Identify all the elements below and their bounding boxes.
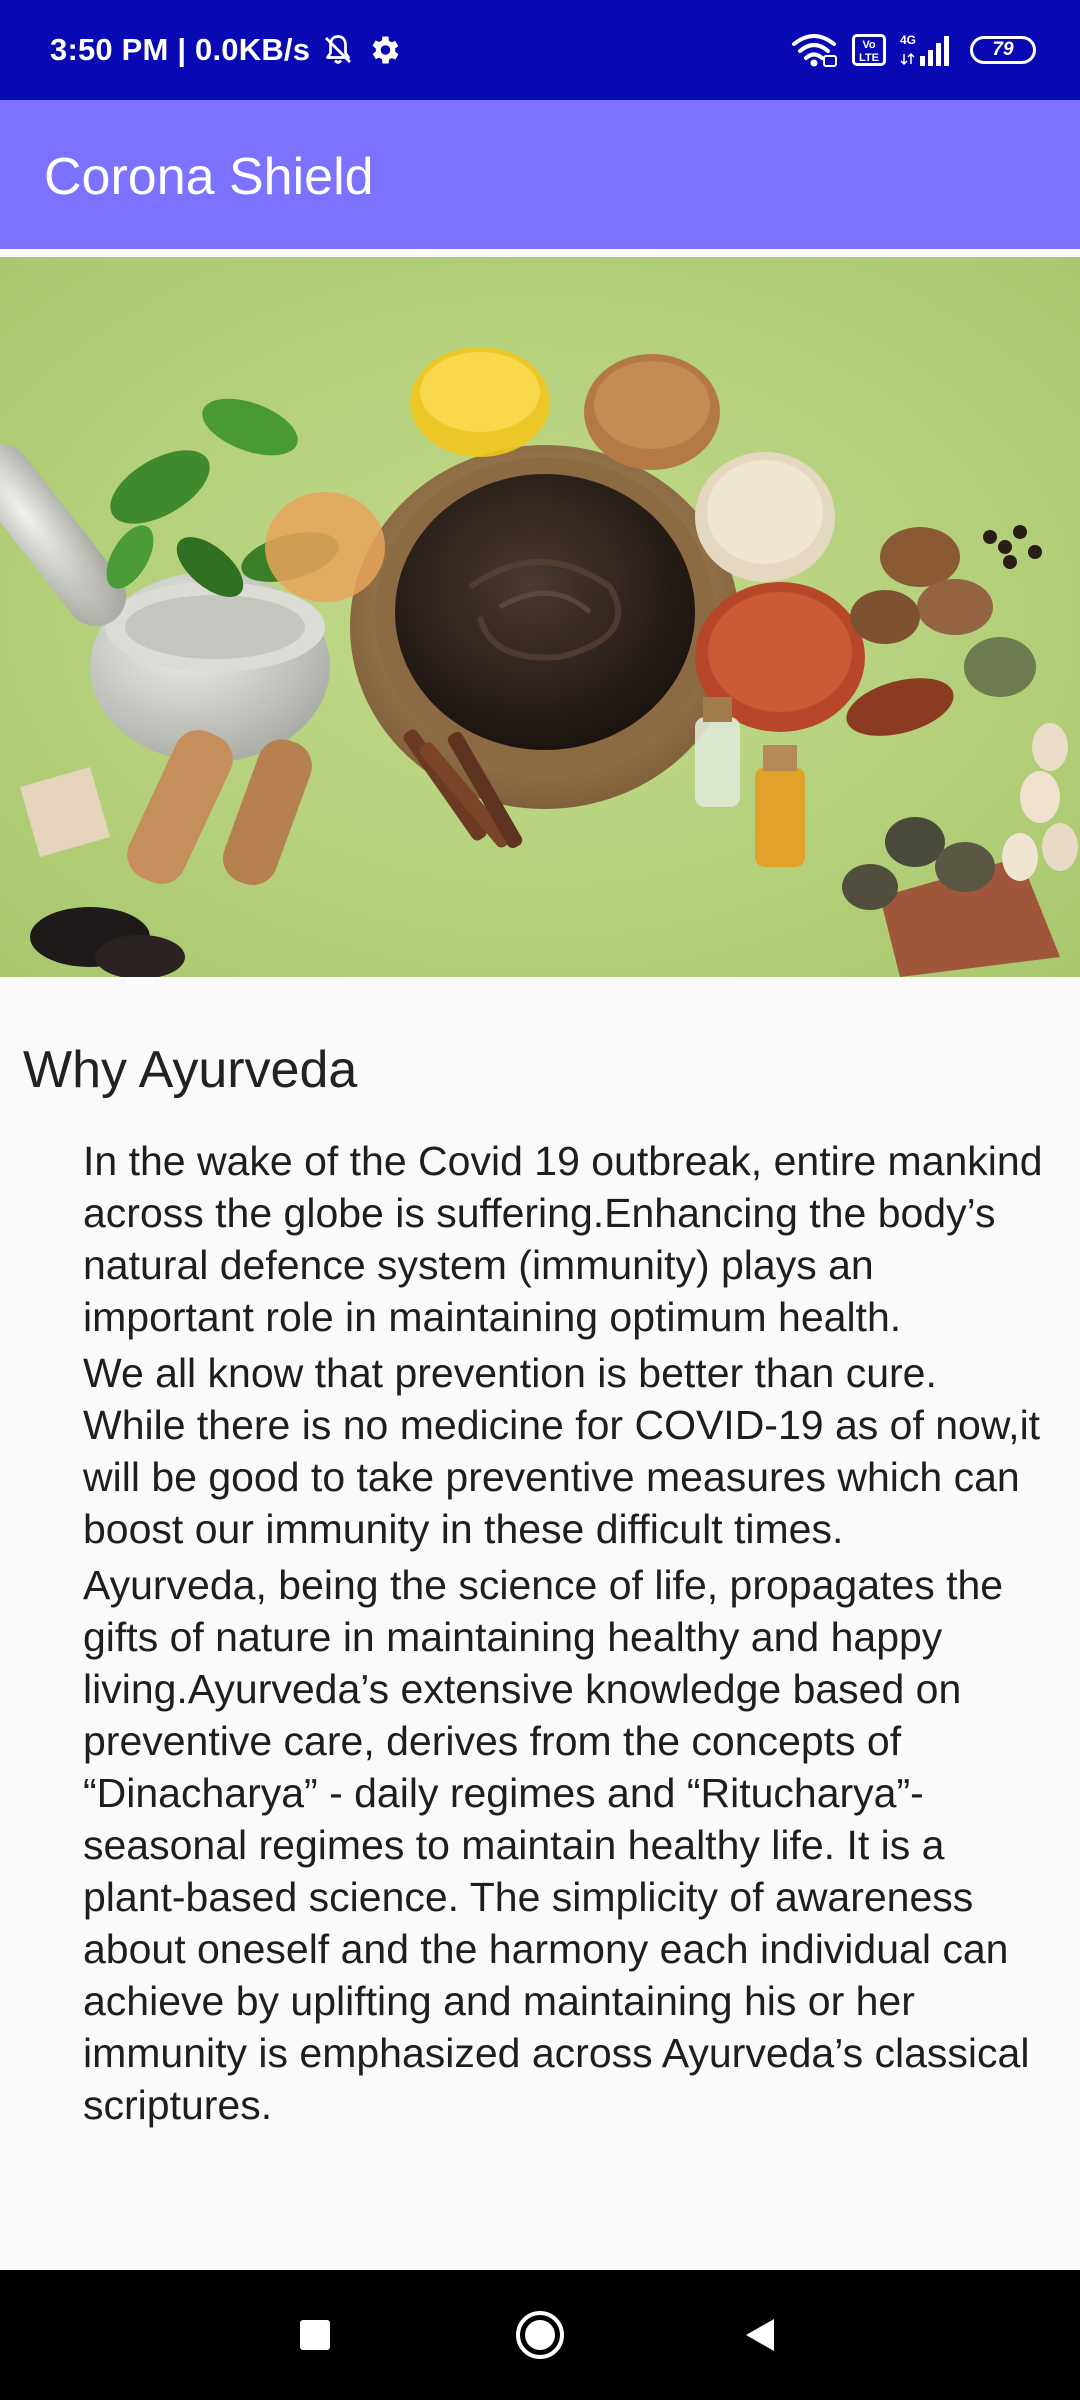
back-button[interactable] [700, 2270, 820, 2400]
back-triangle-icon [746, 2319, 774, 2351]
ayurveda-herbs-illustration [0, 257, 1080, 977]
battery-icon: 79 [970, 36, 1036, 64]
status-right: Vo LTE 4G 79 [790, 0, 1036, 100]
status-time-speed: 3:50 PM | 0.0KB/s [50, 32, 311, 67]
home-circle-icon [516, 2311, 564, 2359]
paragraph-3: Ayurveda, being the science of life, pro… [83, 1562, 1030, 2128]
paragraph-2: We all know that prevention is better th… [83, 1350, 1041, 1552]
home-button[interactable] [480, 2270, 600, 2400]
recents-button[interactable] [255, 2270, 375, 2400]
gear-icon [372, 36, 399, 64]
volte-icon: Vo LTE [852, 34, 886, 66]
paragraph-1: In the wake of the Covid 19 outbreak, en… [83, 1138, 1043, 1340]
recents-square-icon [300, 2320, 330, 2350]
app-bar: Corona Shield [0, 100, 1080, 253]
network-type-label: 4G [900, 33, 916, 47]
status-left: 3:50 PM | 0.0KB/s [50, 0, 402, 100]
bell-off-icon [325, 35, 352, 64]
navigation-bar [0, 2270, 1080, 2400]
article-paragraphs: In the wake of the Covid 19 outbreak, en… [83, 1135, 1043, 2135]
status-bar: 3:50 PM | 0.0KB/s Vo LTE 4G 79 [0, 0, 1080, 100]
battery-level: 79 [992, 39, 1014, 60]
wifi-icon [792, 34, 837, 67]
article-content[interactable]: Why Ayurveda In the wake of the Covid 19… [0, 977, 1080, 2270]
section-heading: Why Ayurveda [23, 1041, 358, 1099]
signal-icon: 4G [900, 33, 949, 66]
app-title: Corona Shield [44, 147, 374, 206]
hero-image [0, 257, 1080, 977]
